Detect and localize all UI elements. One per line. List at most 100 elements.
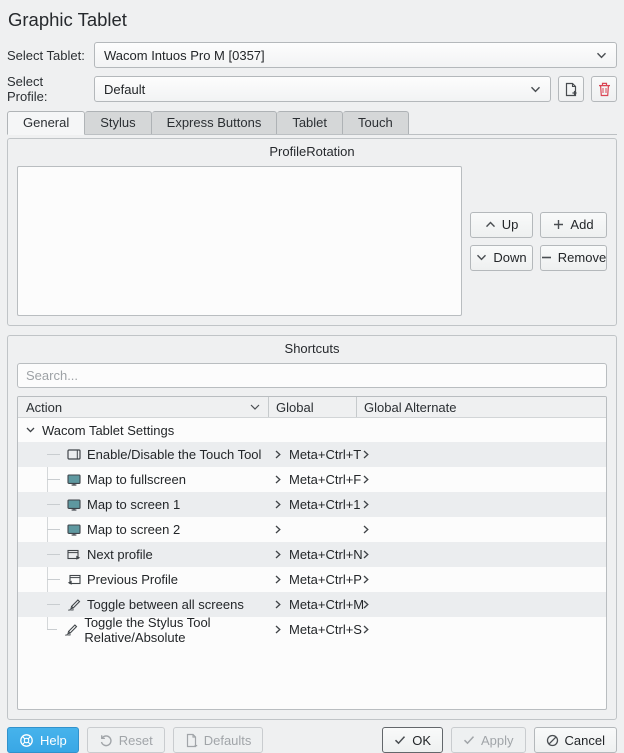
reset-button-label: Reset	[119, 733, 153, 748]
chevron-right-icon[interactable]	[363, 625, 369, 634]
undo-icon	[99, 734, 113, 747]
table-row[interactable]: Next profile Meta+Ctrl+N	[18, 542, 606, 567]
tree-branch	[47, 629, 57, 630]
chevron-down-icon	[476, 254, 487, 261]
profile-rotation-list[interactable]	[17, 166, 462, 316]
tab-general[interactable]: General	[7, 111, 85, 135]
apply-button[interactable]: Apply	[451, 727, 526, 753]
tree-root-label: Wacom Tablet Settings	[42, 423, 174, 438]
cancel-icon	[546, 734, 559, 747]
profile-combobox[interactable]: Default	[94, 76, 551, 102]
tree-branch	[47, 579, 60, 580]
reset-button[interactable]: Reset	[87, 727, 165, 753]
cancel-button[interactable]: Cancel	[534, 727, 617, 753]
chevron-right-icon[interactable]	[363, 575, 369, 584]
global-alternate-cell[interactable]	[356, 500, 606, 509]
chevron-right-icon[interactable]	[363, 450, 369, 459]
chevron-right-icon[interactable]	[275, 575, 281, 584]
shortcuts-title: Shortcuts	[17, 336, 607, 363]
tree-root-row[interactable]: Wacom Tablet Settings	[18, 418, 606, 442]
global-shortcut-value: Meta+Ctrl+T	[289, 447, 361, 462]
new-profile-button[interactable]	[558, 76, 584, 102]
shortcuts-search-input[interactable]	[17, 363, 607, 388]
defaults-button-label: Defaults	[204, 733, 252, 748]
chevron-right-icon[interactable]	[275, 525, 281, 534]
action-cell: Map to screen 2	[18, 522, 268, 537]
table-row[interactable]: Previous Profile Meta+Ctrl+P	[18, 567, 606, 592]
table-row[interactable]: Toggle between all screens Meta+Ctrl+M	[18, 592, 606, 617]
action-cell: Previous Profile	[18, 572, 268, 587]
action-label: Map to fullscreen	[87, 472, 186, 487]
shortcuts-group: Shortcuts Action Global Global Alternate…	[7, 335, 617, 720]
global-shortcut-cell[interactable]: Meta+Ctrl+N	[268, 547, 356, 562]
defaults-button[interactable]: Defaults	[173, 727, 264, 753]
tree-branch	[47, 504, 60, 505]
table-row[interactable]: Toggle the Stylus Tool Relative/Absolute…	[18, 617, 606, 642]
chevron-right-icon[interactable]	[275, 475, 281, 484]
rotation-add-button[interactable]: Add	[540, 212, 607, 238]
global-shortcut-cell[interactable]: Meta+Ctrl+P	[268, 572, 356, 587]
action-cell: Toggle the Stylus Tool Relative/Absolute	[18, 615, 268, 645]
global-shortcut-cell[interactable]	[268, 525, 356, 534]
help-button[interactable]: Help	[7, 727, 79, 753]
chevron-right-icon[interactable]	[363, 475, 369, 484]
global-shortcut-cell[interactable]: Meta+Ctrl+F	[268, 472, 356, 487]
chevron-down-icon[interactable]	[26, 427, 35, 433]
chevron-right-icon[interactable]	[363, 525, 369, 534]
global-alternate-cell[interactable]	[356, 550, 606, 559]
global-shortcut-value: Meta+Ctrl+N	[289, 547, 363, 562]
global-shortcut-cell[interactable]: Meta+Ctrl+M	[268, 597, 356, 612]
tab-tablet[interactable]: Tablet	[277, 111, 343, 134]
action-label: Map to screen 2	[87, 522, 180, 537]
rotation-remove-label: Remove	[558, 250, 606, 265]
table-row[interactable]: Map to screen 2	[18, 517, 606, 542]
global-alternate-cell[interactable]	[356, 600, 606, 609]
page-title: Graphic Tablet	[8, 9, 617, 31]
column-header-global-label: Global	[276, 400, 314, 415]
tab-stylus[interactable]: Stylus	[85, 111, 151, 134]
check-icon	[463, 735, 475, 745]
delete-profile-button[interactable]	[591, 76, 617, 102]
global-shortcut-value: Meta+Ctrl+P	[289, 572, 362, 587]
chevron-right-icon[interactable]	[275, 625, 281, 634]
tab-express-buttons[interactable]: Express Buttons	[152, 111, 278, 134]
profile-combobox-value: Default	[104, 82, 524, 97]
tree-branch	[47, 479, 60, 480]
table-row[interactable]: Map to fullscreen Meta+Ctrl+F	[18, 467, 606, 492]
global-alternate-cell[interactable]	[356, 475, 606, 484]
chevron-right-icon[interactable]	[275, 450, 281, 459]
minus-icon	[541, 252, 552, 263]
column-header-global[interactable]: Global	[268, 397, 356, 417]
chevron-right-icon[interactable]	[363, 600, 369, 609]
rotation-up-button[interactable]: Up	[470, 212, 533, 238]
action-label: Enable/Disable the Touch Tool	[87, 447, 261, 462]
profile-rotation-title: ProfileRotation	[17, 139, 607, 166]
global-alternate-cell[interactable]	[356, 625, 606, 634]
global-shortcut-cell[interactable]: Meta+Ctrl+S	[268, 622, 356, 637]
chevron-right-icon[interactable]	[275, 600, 281, 609]
global-alternate-cell[interactable]	[356, 575, 606, 584]
trash-icon	[598, 82, 611, 97]
global-alternate-cell[interactable]	[356, 525, 606, 534]
tablet-combobox[interactable]: Wacom Intuos Pro M [0357]	[94, 42, 617, 68]
chevron-right-icon[interactable]	[363, 550, 369, 559]
rotation-down-button[interactable]: Down	[470, 245, 533, 271]
column-header-action[interactable]: Action	[18, 400, 268, 415]
table-row[interactable]: Map to screen 1 Meta+Ctrl+1	[18, 492, 606, 517]
global-shortcut-cell[interactable]: Meta+Ctrl+1	[268, 497, 356, 512]
chevron-right-icon[interactable]	[363, 500, 369, 509]
chevron-down-icon	[596, 52, 607, 59]
column-header-global-alternate[interactable]: Global Alternate	[356, 397, 606, 417]
stylus-icon	[64, 623, 78, 636]
ok-button[interactable]: OK	[382, 727, 443, 753]
chevron-right-icon[interactable]	[275, 550, 281, 559]
table-row[interactable]: Enable/Disable the Touch Tool Meta+Ctrl+…	[18, 442, 606, 467]
tab-touch[interactable]: Touch	[343, 111, 409, 134]
global-shortcut-value: Meta+Ctrl+F	[289, 472, 361, 487]
rotation-remove-button[interactable]: Remove	[540, 245, 607, 271]
monitor-icon	[67, 499, 81, 511]
global-shortcut-cell[interactable]: Meta+Ctrl+T	[268, 447, 356, 462]
global-alternate-cell[interactable]	[356, 450, 606, 459]
chevron-right-icon[interactable]	[275, 500, 281, 509]
cancel-button-label: Cancel	[565, 733, 605, 748]
